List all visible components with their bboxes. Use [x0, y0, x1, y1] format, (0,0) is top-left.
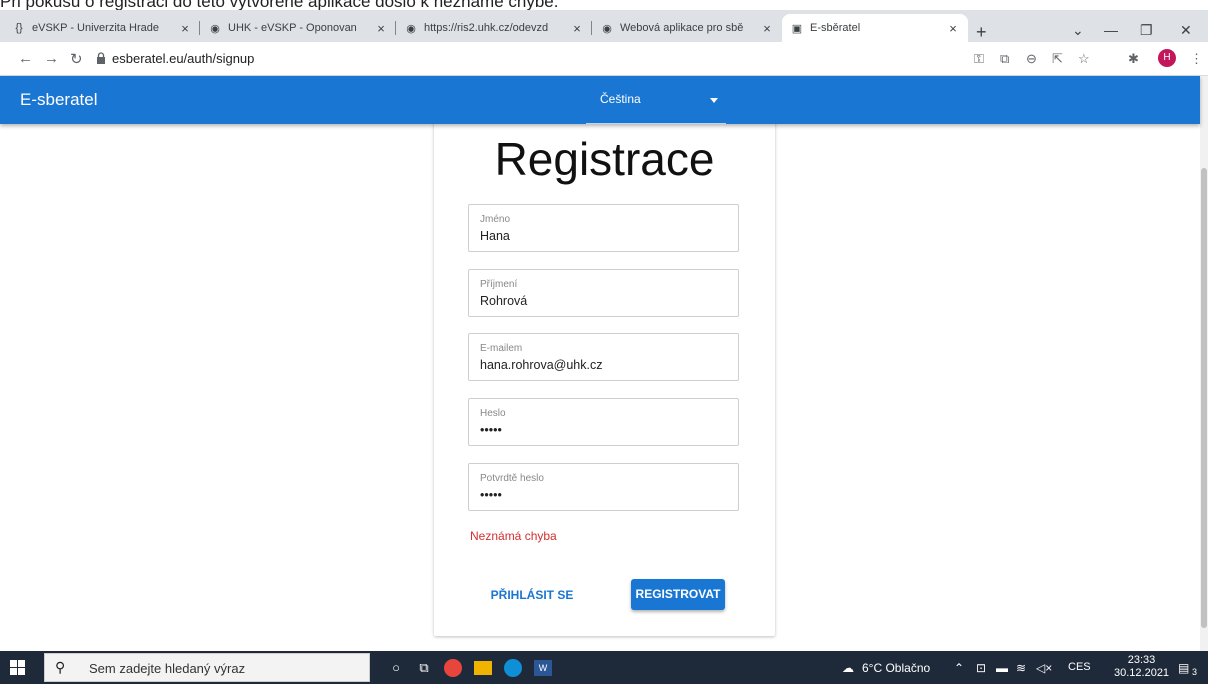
- profile-avatar[interactable]: H: [1158, 49, 1176, 67]
- globe-icon: ◉: [406, 22, 416, 35]
- url-bar[interactable]: esberatel.eu/auth/signup: [112, 51, 254, 66]
- error-message: Neznámá chyba: [470, 529, 557, 543]
- network-icon[interactable]: ⊡: [976, 661, 986, 675]
- browser-tab[interactable]: ◉ UHK - eVSKP - Oponovan ×: [200, 14, 396, 42]
- globe-icon: ◉: [602, 22, 612, 35]
- notification-count: 3: [1192, 667, 1198, 677]
- new-tab-button[interactable]: +: [976, 22, 987, 43]
- menu-kebab-icon[interactable]: ⋮: [1190, 51, 1203, 67]
- lock-icon: [97, 52, 105, 64]
- bookmark-star-icon[interactable]: ☆: [1078, 51, 1090, 67]
- tab-title: E-sběratel: [810, 22, 861, 34]
- share-icon[interactable]: ⇱: [1052, 51, 1063, 67]
- tab-title: https://ris2.uhk.cz/odevzd: [424, 22, 549, 34]
- key-icon[interactable]: ⚿: [974, 51, 984, 67]
- search-icon: ⚲: [55, 659, 66, 675]
- browser-tab[interactable]: ◉ Webová aplikace pro sbě ×: [592, 14, 782, 42]
- braces-icon: {}: [15, 22, 23, 34]
- browser-tab[interactable]: {} eVSKP - Univerzita Hrade ×: [4, 14, 200, 42]
- language-select[interactable]: Čeština: [586, 84, 726, 124]
- translate-icon[interactable]: ⧉: [1000, 51, 1009, 67]
- windows-start-icon[interactable]: [10, 660, 26, 676]
- clock-time: 23:33: [1127, 654, 1156, 666]
- app-header: E-sberatel Čeština: [0, 76, 1200, 124]
- word-icon[interactable]: W: [534, 660, 552, 676]
- wifi-icon[interactable]: ≋: [1016, 661, 1026, 675]
- register-button[interactable]: REGISTROVAT: [631, 579, 725, 610]
- first-name-field[interactable]: Jméno Hana: [468, 204, 739, 252]
- tab-search-icon[interactable]: ⌄: [1072, 22, 1084, 39]
- browser-tab-strip: {} eVSKP - Univerzita Hrade × ◉ UHK - eV…: [0, 10, 1208, 42]
- password-field[interactable]: Heslo •••••: [468, 398, 739, 446]
- field-value: •••••: [480, 488, 502, 502]
- language-value: Čeština: [600, 92, 641, 106]
- close-tab-icon[interactable]: ×: [178, 21, 192, 36]
- battery-icon[interactable]: ▬: [996, 661, 1008, 675]
- app-icon: ▣: [791, 22, 803, 35]
- close-tab-icon[interactable]: ×: [374, 21, 388, 36]
- confirm-password-field[interactable]: Potvrdtě heslo •••••: [468, 463, 739, 511]
- signup-card: Registrace Jméno Hana Příjmení Rohrová E…: [434, 110, 775, 636]
- weather-icon: ☁: [842, 661, 854, 675]
- taskbar-search-input[interactable]: ⚲ Sem zadejte hledaný výraz: [44, 653, 370, 682]
- field-label: Heslo: [480, 408, 506, 419]
- page-scrollbar[interactable]: [1200, 76, 1208, 651]
- globe-icon: ◉: [210, 22, 220, 35]
- search-placeholder: Sem zadejte hledaný výraz: [89, 661, 246, 676]
- notification-icon[interactable]: ▤: [1178, 661, 1189, 675]
- clock[interactable]: 23:33 30.12.2021: [1114, 654, 1169, 680]
- close-tab-icon[interactable]: ×: [946, 21, 960, 36]
- minimize-icon[interactable]: —: [1104, 22, 1118, 38]
- field-label: E-mailem: [480, 343, 523, 354]
- field-label: Jméno: [480, 214, 511, 225]
- field-value: •••••: [480, 423, 502, 437]
- back-icon[interactable]: ←: [18, 50, 33, 67]
- browser-tab-active[interactable]: ▣ E-sběratel ×: [782, 14, 968, 42]
- tray-chevron-up-icon[interactable]: ⌃: [954, 661, 964, 675]
- tab-title: eVSKP - Univerzita Hrade: [32, 22, 159, 34]
- app-brand[interactable]: E-sberatel: [20, 90, 97, 110]
- weather-text[interactable]: 6°C Oblačno: [862, 661, 930, 675]
- login-button[interactable]: PŘIHLÁSIT SE: [484, 580, 580, 610]
- field-value: Rohrová: [480, 294, 528, 308]
- page-title: Registrace: [494, 133, 715, 185]
- volume-icon[interactable]: ◁×: [1036, 661, 1052, 675]
- edge-icon[interactable]: [504, 659, 522, 677]
- file-explorer-icon[interactable]: [474, 661, 492, 675]
- field-label: Příjmení: [480, 279, 518, 290]
- email-field[interactable]: E-mailem hana.rohrova@uhk.cz: [468, 333, 739, 381]
- input-language[interactable]: CES: [1068, 661, 1091, 673]
- maximize-icon[interactable]: ❐: [1140, 22, 1153, 39]
- zoom-icon[interactable]: ⊖: [1026, 51, 1037, 67]
- browser-toolbar: ← → ↻ esberatel.eu/auth/signup ⚿ ⧉ ⊖ ⇱ ☆…: [0, 42, 1208, 76]
- reload-icon[interactable]: ↻: [70, 50, 83, 68]
- field-value: hana.rohrova@uhk.cz: [480, 358, 603, 372]
- close-tab-icon[interactable]: ×: [760, 21, 774, 36]
- scrollbar-thumb[interactable]: [1201, 168, 1207, 628]
- last-name-field[interactable]: Příjmení Rohrová: [468, 269, 739, 317]
- caption-text: Při pokusu o registraci do této vytvořen…: [0, 0, 559, 10]
- forward-icon[interactable]: →: [44, 50, 59, 67]
- tab-title: UHK - eVSKP - Oponovan: [228, 22, 357, 34]
- chevron-down-icon: [710, 98, 718, 103]
- browser-tab[interactable]: ◉ https://ris2.uhk.cz/odevzd ×: [396, 14, 592, 42]
- tab-title: Webová aplikace pro sbě: [620, 22, 744, 34]
- chrome-icon[interactable]: [444, 659, 462, 677]
- extensions-icon[interactable]: ✱: [1128, 51, 1139, 67]
- clock-date: 30.12.2021: [1114, 667, 1170, 679]
- windows-taskbar: ⚲ Sem zadejte hledaný výraz ○ ⧉ W ☁ 6°C …: [0, 651, 1208, 684]
- cortana-icon[interactable]: ○: [386, 658, 406, 678]
- close-tab-icon[interactable]: ×: [570, 21, 584, 36]
- field-label: Potvrdtě heslo: [480, 473, 544, 484]
- window-close-icon[interactable]: ✕: [1180, 22, 1192, 39]
- task-view-icon[interactable]: ⧉: [414, 658, 434, 678]
- field-value: Hana: [480, 229, 510, 243]
